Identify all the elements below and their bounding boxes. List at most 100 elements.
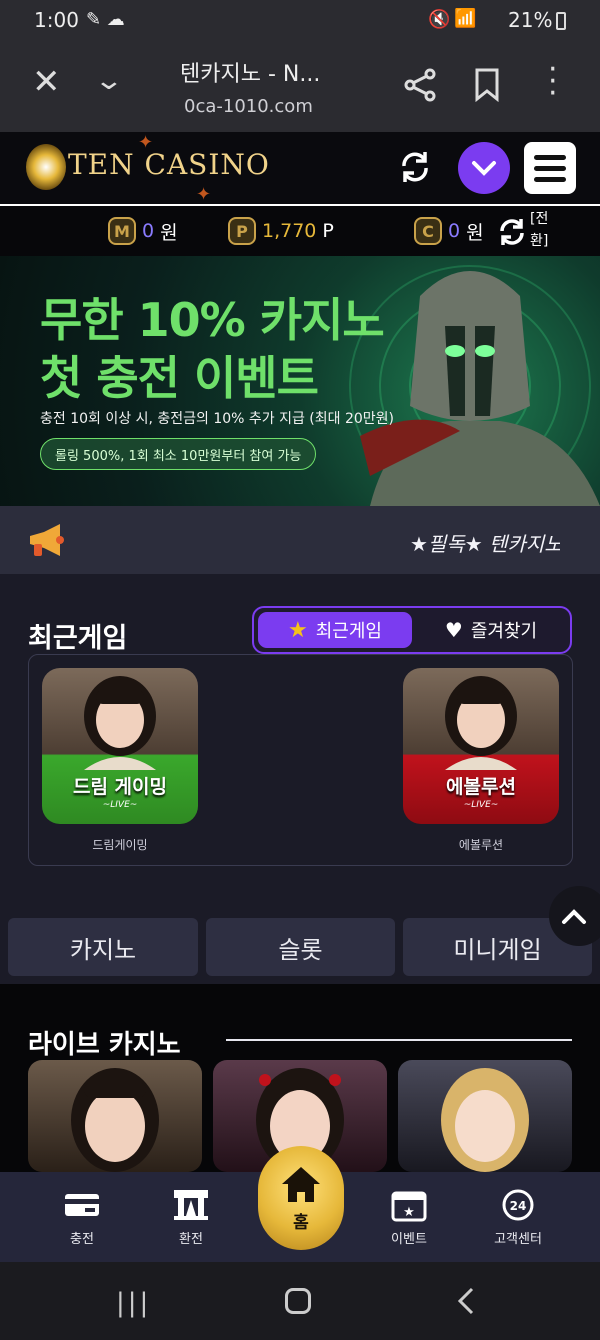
account-dropdown-button[interactable] <box>458 142 510 194</box>
credit-card-icon <box>65 1194 99 1216</box>
site-logo[interactable]: TEN CASINO <box>68 148 270 181</box>
money-value: 0 <box>142 220 155 242</box>
hamburger-line <box>534 154 566 160</box>
browser-toolbar: ✕ ⌄ 텐카지노 - N... 0ca-1010.com · · · <box>0 42 600 132</box>
logo-emblem-icon <box>26 144 66 190</box>
chevron-up-icon <box>562 909 586 924</box>
nav-withdraw[interactable]: 환전 <box>146 1188 236 1247</box>
nav-deposit[interactable]: 충전 <box>37 1188 127 1247</box>
bank-icon <box>174 1190 208 1220</box>
tab-favorites-label: 즐겨찾기 <box>470 621 538 642</box>
svg-text:24: 24 <box>510 1199 527 1213</box>
notice-bar[interactable]: ★필독★ 텐카지노 <box>0 506 600 574</box>
banner-headline-2: 첫 충전 이벤트 <box>40 351 319 405</box>
banner-description: 충전 10회 이상 시, 충전금의 10% 추가 지급 (최대 20만원) <box>40 411 395 427</box>
share-icon[interactable] <box>404 68 438 102</box>
casino-unit: 원 <box>466 221 484 244</box>
nav-event[interactable]: ★ 이벤트 <box>364 1188 454 1247</box>
home-icon <box>282 1167 320 1202</box>
status-bar: 1:00 ✎ ☁ 🔇 📶 21% <box>0 0 600 42</box>
casino-balance: C 0 원 <box>414 217 484 245</box>
more-icon[interactable]: · · · <box>548 55 558 109</box>
leaf-decoration-icon: ✦ <box>138 132 154 153</box>
hamburger-line <box>534 165 566 171</box>
logo-text-ten: TEN <box>68 148 135 181</box>
live-game-thumb[interactable] <box>398 1060 572 1172</box>
tab-recent-label: 최근게임 <box>315 621 382 642</box>
point-value: 1,770 <box>262 220 317 242</box>
battery-level: 21% <box>508 8 553 32</box>
leaf-decoration-icon: ✦ <box>196 184 212 205</box>
refresh-icon[interactable] <box>398 150 432 184</box>
nav-home[interactable]: 홈 <box>258 1146 344 1250</box>
convert-refresh-icon[interactable] <box>498 218 526 246</box>
logo-text-casino: CASINO <box>144 148 270 181</box>
menu-button[interactable] <box>524 142 576 194</box>
wifi-icon: 📶 <box>454 8 477 29</box>
status-time: 1:00 <box>34 8 79 32</box>
calendar-icon: ★ <box>391 1191 427 1222</box>
money-balance: M 0 원 <box>108 217 178 245</box>
nav-event-label: 이벤트 <box>391 1232 427 1247</box>
section-title: 라이브 카지노 <box>28 1030 181 1060</box>
dealer-portrait <box>71 1068 159 1172</box>
game-name: 드림게이밍 <box>92 838 148 852</box>
svg-text:★: ★ <box>403 1205 415 1220</box>
promo-banner[interactable]: 무한 10% 카지노 첫 충전 이벤트 충전 10회 이상 시, 충전금의 10… <box>0 256 600 506</box>
tab-recent[interactable]: ★ 최근게임 <box>258 612 412 648</box>
tab-title: 텐카지노 - N... <box>180 62 321 87</box>
game-name: 에볼루션 <box>458 838 504 852</box>
game-card-dream-gaming[interactable]: 드림 게이밍 ~LIVE~ <box>42 668 198 824</box>
game-card-title: 드림 게이밍 <box>72 776 167 798</box>
nav-support[interactable]: 24 고객센터 <box>473 1188 563 1247</box>
recent-tabs: ★ 최근게임 ♥ 즐겨찾기 <box>252 606 572 654</box>
dealer-portrait <box>84 676 156 770</box>
star-icon: ★ <box>288 617 308 643</box>
battery-icon <box>556 12 566 30</box>
scroll-top-button[interactable] <box>549 886 600 946</box>
category-casino-button[interactable]: 카지노 <box>8 918 198 976</box>
game-card-sub: ~LIVE~ <box>102 800 138 810</box>
section-divider <box>226 1039 572 1041</box>
point-coin-icon: P <box>228 217 256 245</box>
chevron-down-icon <box>472 161 496 176</box>
point-unit: P <box>322 220 334 242</box>
android-home-icon[interactable] <box>285 1288 311 1314</box>
tab-favorites[interactable]: ♥ 즐겨찾기 <box>416 612 566 648</box>
live-game-thumb[interactable] <box>28 1060 202 1172</box>
banner-pill: 롤링 500%, 1회 최소 10만원부터 참여 가능 <box>40 438 317 470</box>
support-24-icon: 24 <box>502 1189 534 1221</box>
mute-icon: 🔇 <box>428 9 451 30</box>
nav-deposit-label: 충전 <box>70 1232 94 1247</box>
category-slot-button[interactable]: 슬롯 <box>206 918 395 976</box>
android-nav-bar: ||| <box>0 1262 600 1340</box>
hamburger-line <box>534 176 566 182</box>
banner-headline-1: 무한 10% 카지노 <box>40 293 385 347</box>
bookmark-icon[interactable] <box>474 68 500 102</box>
close-icon[interactable]: ✕ <box>32 62 61 102</box>
game-card-sub: ~LIVE~ <box>463 800 499 810</box>
casino-value: 0 <box>448 220 461 242</box>
section-title: 최근게임 <box>28 623 128 654</box>
megaphone-icon <box>30 524 64 556</box>
game-card-evolution[interactable]: 에볼루션 ~LIVE~ <box>403 668 559 824</box>
nav-withdraw-label: 환전 <box>179 1232 203 1247</box>
notification-icons: ✎ ☁ <box>86 9 125 30</box>
money-unit: 원 <box>160 221 178 244</box>
nav-support-label: 고객센터 <box>494 1232 542 1247</box>
game-card-title: 에볼루션 <box>446 776 516 798</box>
point-balance: P 1,770 P <box>228 217 334 245</box>
recent-apps-icon[interactable]: ||| <box>116 1288 151 1318</box>
site-header: TEN CASINO ✦ ✦ <box>0 132 600 206</box>
balance-bar: M 0 원 P 1,770 P C 0 원 [전환] <box>0 206 600 256</box>
dealer-portrait <box>441 1068 529 1172</box>
chevron-down-icon[interactable]: ⌄ <box>94 66 125 96</box>
casino-coin-icon: C <box>414 217 442 245</box>
back-icon[interactable] <box>456 1286 476 1316</box>
money-coin-icon: M <box>108 217 136 245</box>
convert-link[interactable]: [전환] <box>530 208 556 252</box>
nav-home-label: 홈 <box>293 1213 309 1233</box>
heart-icon: ♥ <box>444 618 463 642</box>
url-text[interactable]: 0ca-1010.com <box>184 96 313 117</box>
dealer-portrait <box>445 676 517 770</box>
